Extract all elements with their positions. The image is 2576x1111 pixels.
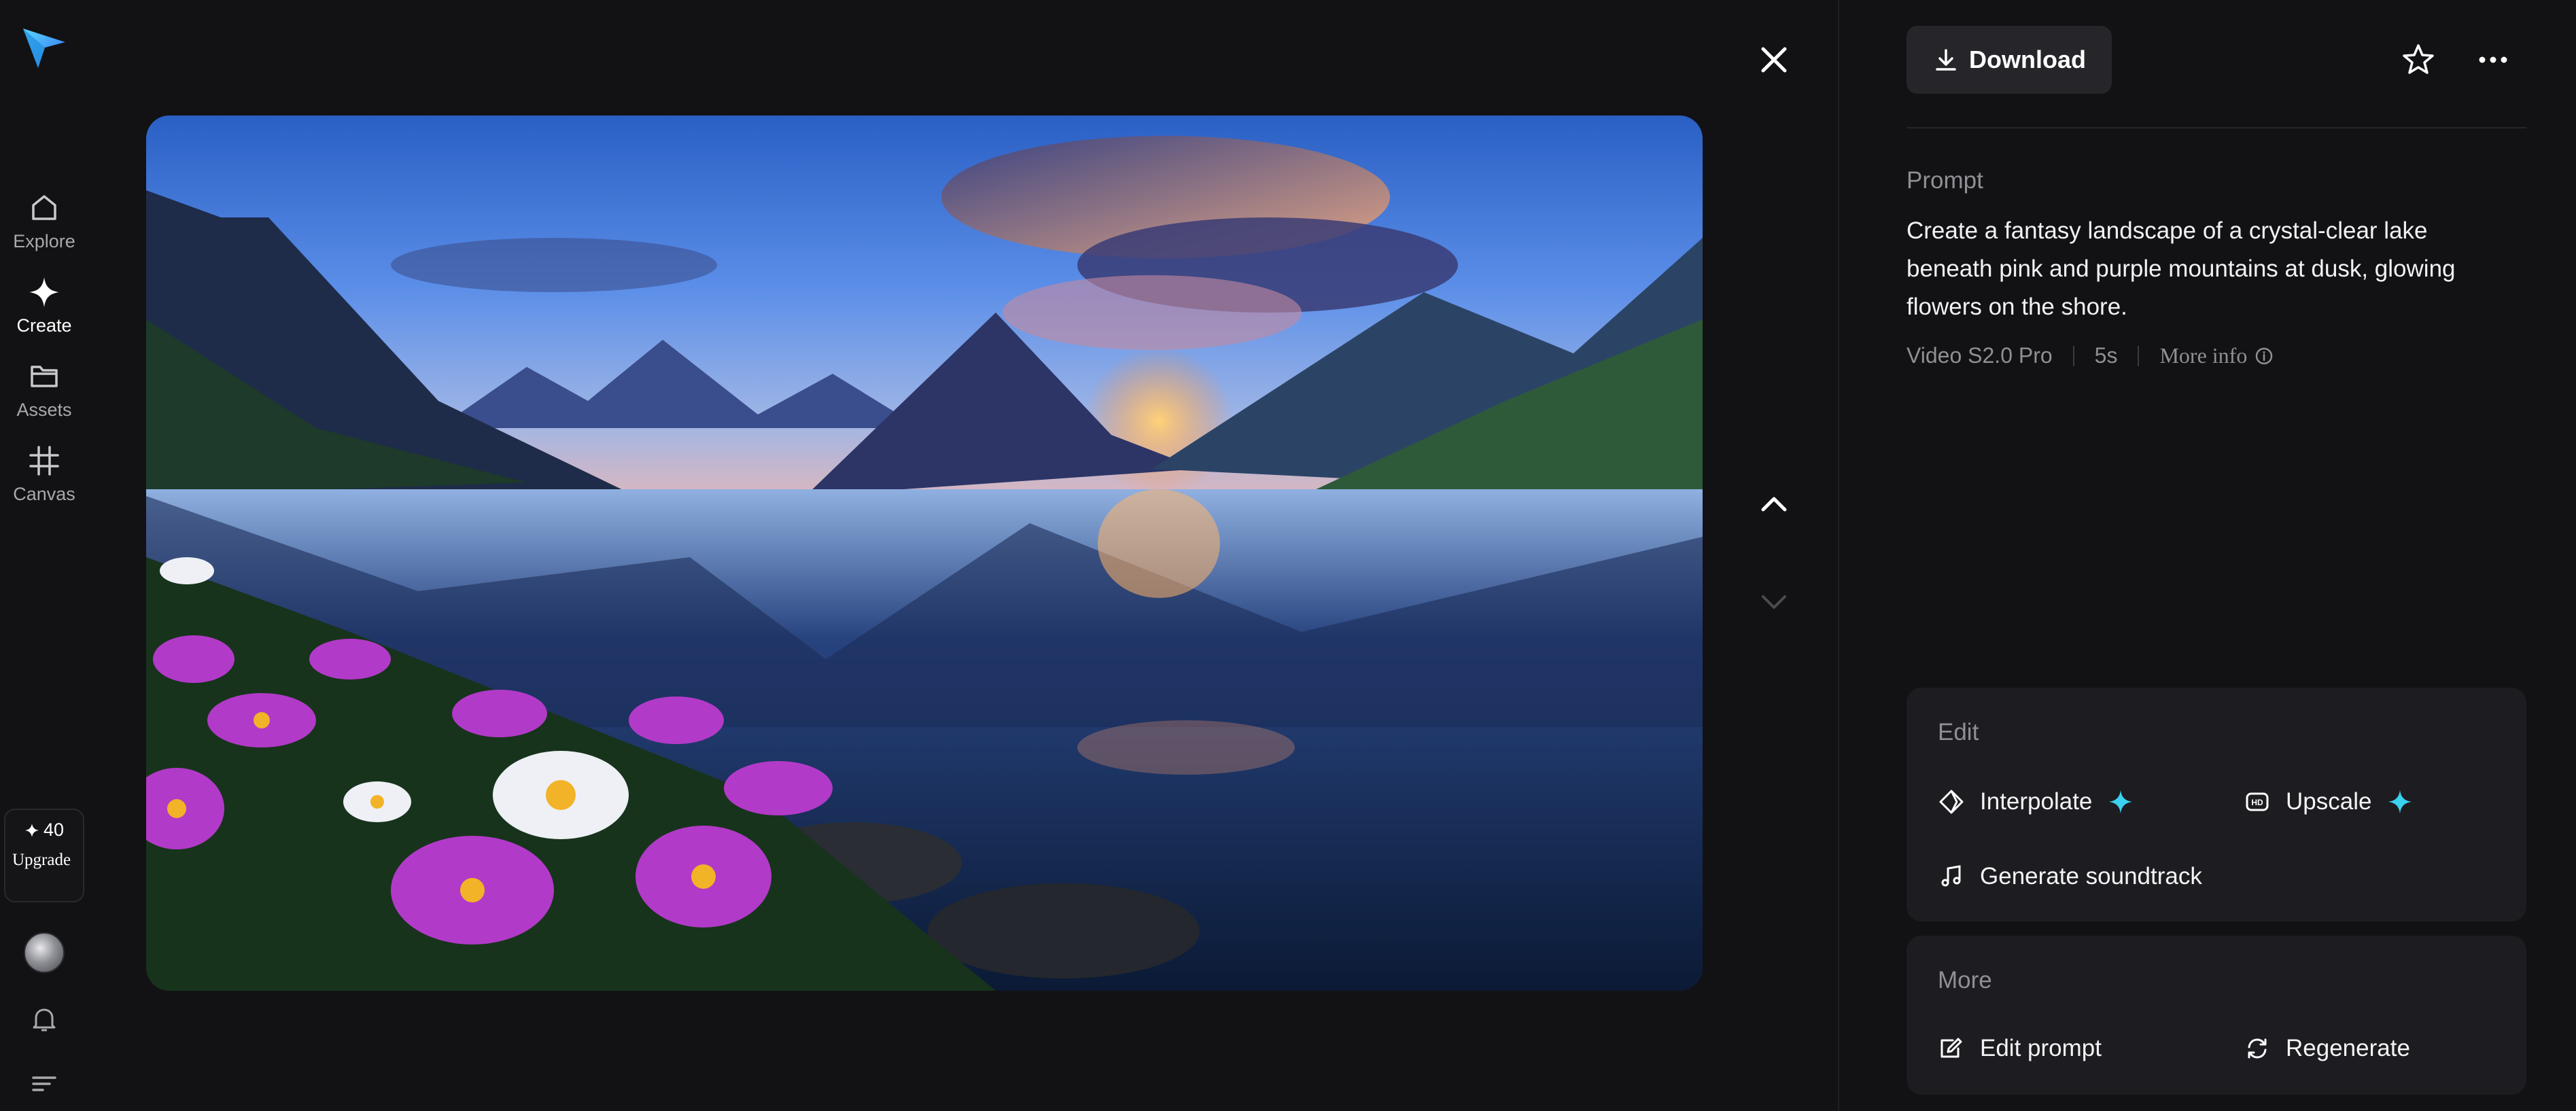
info-icon bbox=[2256, 347, 2273, 364]
left-sidebar: Explore Create Assets Canvas 40 Upgrade bbox=[0, 0, 88, 1111]
model-name: Video S2.0 Pro bbox=[1907, 343, 2053, 368]
folder-icon bbox=[31, 366, 58, 387]
nav-canvas-label: Canvas bbox=[13, 484, 75, 504]
download-icon bbox=[1936, 49, 1956, 71]
generated-video-preview[interactable] bbox=[146, 116, 1703, 991]
landscape-image bbox=[146, 116, 1703, 991]
meta-separator bbox=[2138, 345, 2140, 366]
edit-prompt-icon bbox=[1940, 1038, 1962, 1058]
bell-icon[interactable] bbox=[29, 1004, 59, 1034]
edit-prompt-button[interactable]: Edit prompt bbox=[1938, 1035, 2102, 1062]
music-note-icon bbox=[1941, 865, 1961, 887]
accent-sparkle-icon bbox=[2388, 790, 2412, 814]
more-title: More bbox=[1938, 967, 1992, 993]
duration: 5s bbox=[2094, 343, 2118, 368]
interpolate-icon bbox=[1939, 790, 1964, 814]
regenerate-label: Regenerate bbox=[2286, 1035, 2410, 1061]
nav-canvas[interactable]: Canvas bbox=[0, 443, 88, 505]
meta-separator bbox=[2072, 345, 2074, 366]
menu-icon[interactable] bbox=[31, 1074, 58, 1094]
more-info-link[interactable]: More info bbox=[2159, 343, 2274, 368]
credits-value: 40 bbox=[43, 819, 65, 840]
accent-sparkle-icon bbox=[2109, 790, 2133, 814]
chevron-up-icon[interactable] bbox=[1754, 484, 1794, 525]
svg-text:HD: HD bbox=[2251, 798, 2263, 807]
credits-count: 40 bbox=[12, 819, 76, 841]
edit-prompt-label: Edit prompt bbox=[1980, 1035, 2102, 1061]
nav-assets[interactable]: Assets bbox=[0, 359, 88, 421]
header-divider bbox=[1907, 127, 2526, 128]
app-logo[interactable] bbox=[20, 24, 68, 72]
credits-upgrade-box[interactable]: 40 Upgrade bbox=[4, 809, 84, 902]
prompt-label: Prompt bbox=[1907, 167, 1983, 194]
crop-icon bbox=[29, 446, 59, 476]
panel-divider bbox=[1838, 0, 1839, 1111]
generation-meta: Video S2.0 Pro 5s More info bbox=[1907, 343, 2274, 368]
more-options-icon[interactable] bbox=[2474, 41, 2512, 79]
sparkle-small-icon bbox=[24, 823, 39, 837]
avatar[interactable] bbox=[24, 932, 65, 973]
generate-soundtrack-label: Generate soundtrack bbox=[1980, 863, 2202, 889]
upscale-button[interactable]: HD Upscale bbox=[2244, 788, 2414, 815]
star-icon[interactable] bbox=[2399, 41, 2437, 79]
nav-explore-label: Explore bbox=[13, 231, 75, 251]
more-card: More Edit prompt Regenerate bbox=[1907, 936, 2526, 1095]
close-icon[interactable] bbox=[1754, 39, 1794, 80]
nav-assets-label: Assets bbox=[16, 400, 72, 420]
home-icon bbox=[32, 195, 56, 220]
upscale-label: Upscale bbox=[2286, 788, 2372, 815]
edit-card: Edit Interpolate HD Upscale Generate sou… bbox=[1907, 688, 2526, 921]
download-label: Download bbox=[1969, 46, 2086, 73]
sparkle-icon bbox=[29, 277, 59, 307]
upgrade-label[interactable]: Upgrade bbox=[12, 851, 76, 868]
download-button[interactable]: Download bbox=[1907, 26, 2112, 94]
regenerate-button[interactable]: Regenerate bbox=[2244, 1035, 2410, 1062]
hd-icon: HD bbox=[2246, 792, 2269, 811]
more-info-label: More info bbox=[2159, 343, 2248, 368]
nav-explore[interactable]: Explore bbox=[0, 190, 88, 252]
interpolate-button[interactable]: Interpolate bbox=[1938, 788, 2134, 815]
regenerate-icon bbox=[2248, 1038, 2267, 1059]
nav-create-label: Create bbox=[16, 315, 72, 336]
nav-create[interactable]: Create bbox=[0, 275, 88, 336]
edit-title: Edit bbox=[1938, 719, 1979, 745]
chevron-down-icon[interactable] bbox=[1754, 582, 1794, 622]
generate-soundtrack-button[interactable]: Generate soundtrack bbox=[1938, 863, 2202, 890]
prompt-text: Create a fantasy landscape of a crystal-… bbox=[1907, 217, 2456, 320]
interpolate-label: Interpolate bbox=[1980, 788, 2093, 815]
